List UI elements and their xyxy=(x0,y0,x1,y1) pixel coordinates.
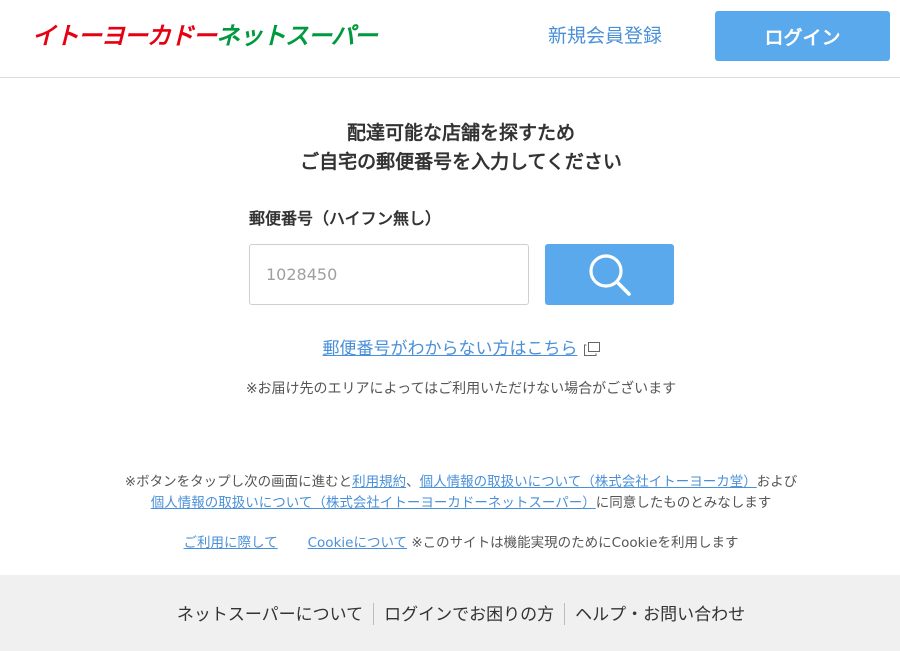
delivery-area-note: ※お届け先のエリアによってはご利用いただけない場合がございます xyxy=(245,381,677,397)
consent-text: ※ボタンをタップし次の画面に進むと利用規約、個人情報の取扱いについて（株式会社イ… xyxy=(0,472,900,514)
privacy-policy-link-itoyokado[interactable]: 個人情報の取扱いについて（株式会社イトーヨーカ堂） xyxy=(420,474,757,490)
logo-service-name: ネットスーパー xyxy=(216,22,378,50)
consent-line-1: ※ボタンをタップし次の画面に進むと利用規約、個人情報の取扱いについて（株式会社イ… xyxy=(0,472,900,493)
heading-line-1: 配達可能な店舗を探すため xyxy=(346,122,575,144)
footer-link-help-contact[interactable]: ヘルプ・お問い合わせ xyxy=(575,605,745,625)
footer-divider xyxy=(373,603,375,625)
consent-comma: 、 xyxy=(406,474,420,490)
footer-nav: ネットスーパーについて ログインでお困りの方 ヘルプ・お問い合わせ xyxy=(0,603,900,627)
site-footer: ネットスーパーについて ログインでお困りの方 ヘルプ・お問い合わせ xyxy=(0,575,900,651)
consent-prefix: ※ボタンをタップし次の画面に進むと xyxy=(124,474,353,490)
consent-line-2: 個人情報の取扱いについて（株式会社イトーヨーカドーネットスーパー）に同意したもの… xyxy=(0,493,900,514)
postal-code-label: 郵便番号（ハイフン無し） xyxy=(249,209,442,228)
site-logo[interactable]: イトーヨーカドーネットスーパー xyxy=(32,20,378,52)
privacy-policy-link-netsuper[interactable]: 個人情報の取扱いについて（株式会社イトーヨーカドーネットスーパー） xyxy=(151,495,596,511)
cookie-policy-link[interactable]: Cookieについて xyxy=(308,535,407,551)
cookie-note: ※このサイトは機能実現のためにCookieを利用します xyxy=(411,535,739,551)
footer-link-login-help[interactable]: ログインでお困りの方 xyxy=(384,605,554,625)
postal-code-input[interactable] xyxy=(249,244,529,305)
postal-help-row: 郵便番号がわからない方はこちら xyxy=(0,336,900,362)
login-button[interactable]: ログイン xyxy=(715,11,890,61)
terms-link[interactable]: 利用規約 xyxy=(352,474,406,490)
footer-link-about[interactable]: ネットスーパーについて xyxy=(177,605,363,625)
site-header: イトーヨーカドーネットスーパー 新規会員登録 ログイン xyxy=(0,0,900,78)
consent-and: および xyxy=(756,474,798,490)
postal-help-link[interactable]: 郵便番号がわからない方はこちら xyxy=(323,339,578,359)
page-heading: 配達可能な店舗を探すため ご自宅の郵便番号を入力してください xyxy=(0,119,900,177)
consent-suffix: に同意したものとみなします xyxy=(595,495,772,511)
register-link[interactable]: 新規会員登録 xyxy=(548,22,662,50)
heading-line-2: ご自宅の郵便番号を入力してください xyxy=(300,151,622,173)
footer-divider xyxy=(564,603,566,625)
external-window-icon xyxy=(583,342,600,356)
cookie-row: ご利用に際して Cookieについて ※このサイトは機能実現のためにCookieを… xyxy=(0,532,900,554)
logo-brand-name: イトーヨーカドー xyxy=(32,22,217,50)
search-icon xyxy=(588,253,631,296)
search-button[interactable] xyxy=(545,244,674,305)
usage-guide-link[interactable]: ご利用に際して xyxy=(184,535,278,551)
